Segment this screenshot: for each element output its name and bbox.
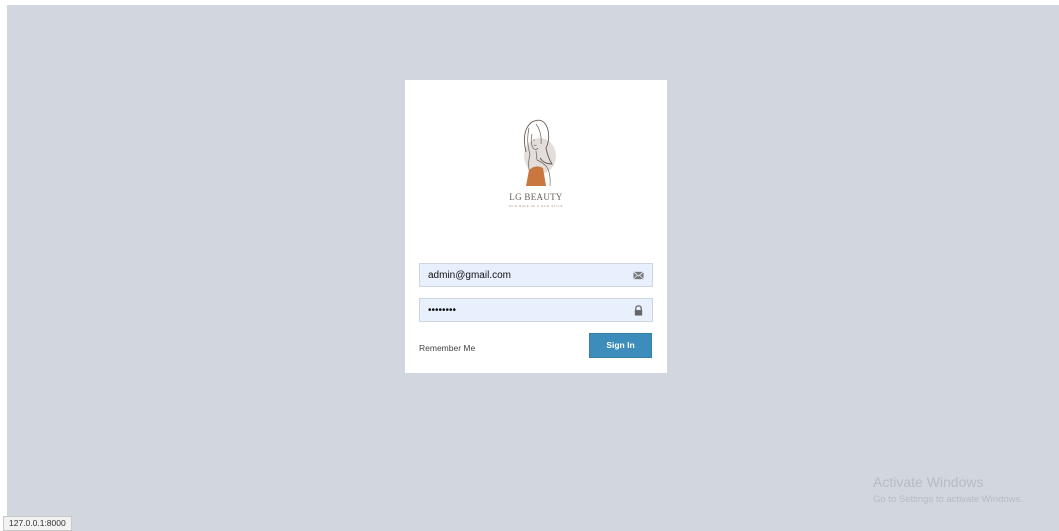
activate-windows-subtitle: Go to Settings to activate Windows. [873, 494, 1023, 505]
brand-name: LG BEAUTY [509, 192, 563, 202]
email-field[interactable] [419, 263, 653, 287]
login-box: LG BEAUTY SKIN MAKE UP & HAIR STYLE Reme… [405, 80, 667, 373]
woman-portrait-icon [524, 119, 556, 187]
activate-windows-title: Activate Windows [873, 474, 984, 490]
brand-tagline: SKIN MAKE UP & HAIR STYLE [508, 205, 564, 208]
brand-logo: LG BEAUTY SKIN MAKE UP & HAIR STYLE [405, 108, 667, 218]
password-field[interactable] [419, 298, 653, 322]
remember-me-label[interactable]: Remember Me [419, 343, 475, 353]
password-input[interactable] [420, 299, 620, 321]
email-input[interactable] [420, 264, 620, 286]
envelope-icon [633, 271, 644, 280]
lock-icon [634, 305, 643, 316]
sign-in-button[interactable]: Sign In [589, 333, 652, 358]
status-bar-url: 127.0.0.1:8000 [3, 516, 72, 531]
login-page: LG BEAUTY SKIN MAKE UP & HAIR STYLE Reme… [7, 5, 1059, 531]
